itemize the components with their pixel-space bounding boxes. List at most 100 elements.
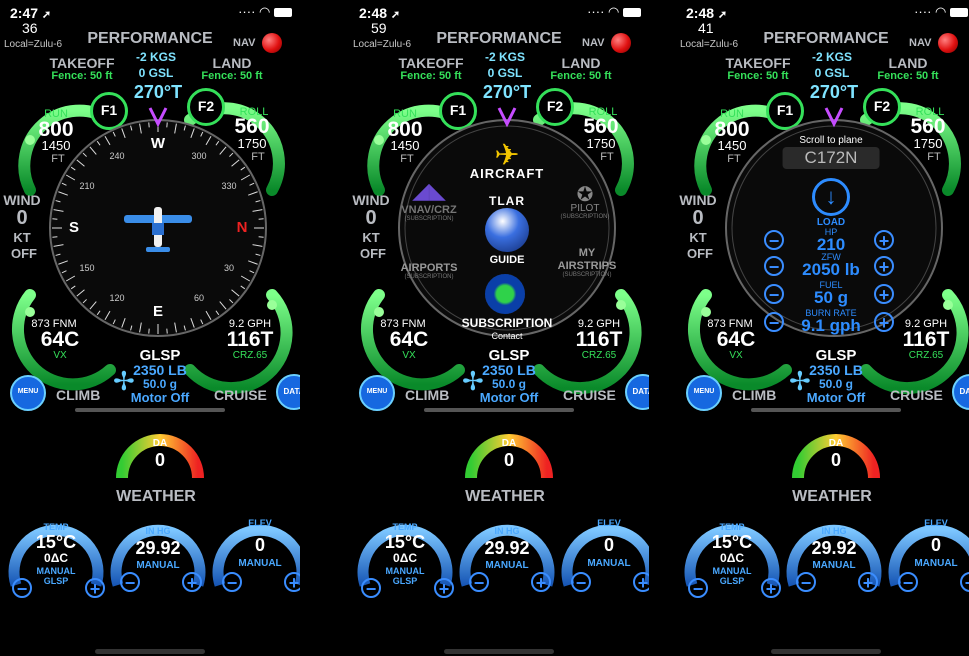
fuel-value[interactable]: 50 g (814, 288, 848, 308)
inhg-value[interactable]: 29.92 (484, 538, 529, 559)
hp-plus-icon[interactable]: + (874, 230, 894, 251)
temp-mode2: GLSP (719, 576, 745, 586)
motor-status: Motor Off (806, 390, 866, 405)
climb-sub: VX (729, 350, 743, 361)
vnav-menu-item[interactable]: VNAV/CRZ (401, 204, 456, 216)
compass-degree-label: 330 (221, 181, 237, 191)
inhg-minus-icon[interactable]: − (469, 572, 489, 593)
elev-value[interactable]: 0 (931, 535, 941, 556)
divider (75, 408, 225, 412)
temp-label: TEMP (719, 522, 745, 532)
hp-minus-icon[interactable]: − (764, 230, 784, 251)
temp-plus-icon[interactable]: + (761, 578, 781, 599)
inhg-plus-icon[interactable]: + (182, 572, 202, 593)
my-label: MY (578, 247, 596, 259)
home-indicator[interactable] (95, 649, 205, 654)
propeller-icon[interactable]: ✢ (113, 366, 135, 397)
burn-plus-icon[interactable]: + (874, 312, 894, 333)
temp-value[interactable]: 15°C (385, 532, 425, 553)
motor-status: Motor Off (130, 390, 190, 405)
zfw-minus-icon[interactable]: − (764, 256, 784, 277)
inhg-minus-icon[interactable]: − (796, 572, 816, 593)
elev-label: ELEV (597, 518, 621, 528)
guide-menu-item[interactable]: GUIDE (490, 254, 525, 266)
temp-value[interactable]: 15°C (36, 532, 76, 553)
temp-plus-icon[interactable]: + (434, 578, 454, 599)
cruise-value[interactable]: 116T (576, 328, 623, 352)
elev-plus-icon[interactable]: + (633, 572, 649, 593)
inhg-value[interactable]: 29.92 (811, 538, 856, 559)
cruise-value[interactable]: 116T (227, 328, 274, 352)
temp-value[interactable]: 15°C (712, 532, 752, 553)
guide-logo-icon[interactable] (485, 208, 529, 252)
fuel-plus-icon[interactable]: + (874, 284, 894, 305)
propeller-icon[interactable]: ✢ (789, 366, 811, 397)
temp-minus-icon[interactable]: − (361, 578, 381, 599)
airstrips-sub-label: (SUBSCRIPTION) (562, 272, 612, 278)
elev-minus-icon[interactable]: − (222, 572, 242, 593)
elev-minus-icon[interactable]: − (898, 572, 918, 593)
burn-minus-icon[interactable]: − (764, 312, 784, 333)
airplane-icon (124, 207, 192, 252)
menu-button[interactable]: MENU (359, 375, 395, 411)
temp-label: TEMP (392, 522, 418, 532)
compass-degree-label: 240 (109, 150, 125, 161)
airports-sub-label: (SUBSCRIPTION) (404, 274, 454, 280)
home-indicator[interactable] (444, 649, 554, 654)
compass-s-label: S (68, 219, 80, 236)
subscription-icon[interactable] (485, 274, 525, 314)
aircraft-menu-item[interactable]: AIRCRAFT (470, 166, 544, 181)
compass-degree-label: 60 (193, 293, 205, 303)
menu-button[interactable]: MENU (10, 375, 46, 411)
weather-title: WEATHER (465, 488, 545, 505)
climb-sub: VX (53, 350, 67, 361)
inhg-value[interactable]: 29.92 (135, 538, 180, 559)
compass-w-label: W (150, 135, 166, 152)
elev-value[interactable]: 0 (604, 535, 614, 556)
contact-link[interactable]: Contact (491, 331, 522, 341)
cruise-value[interactable]: 116T (903, 328, 950, 352)
climb-value[interactable]: 64C (41, 328, 80, 352)
cruise-label: CRUISE (563, 387, 616, 403)
inhg-plus-icon[interactable]: + (531, 572, 551, 593)
weight-readout: 2350 LB (809, 362, 863, 378)
climb-label: CLIMB (56, 387, 101, 403)
cruise-sub: CRZ.65 (232, 350, 268, 361)
climb-value[interactable]: 64C (390, 328, 429, 352)
fuel-minus-icon[interactable]: − (764, 284, 784, 305)
download-icon[interactable]: ↓ (812, 178, 850, 216)
plane-picker[interactable]: C172N (782, 147, 880, 169)
propeller-icon[interactable]: ✢ (462, 366, 484, 397)
vnav-sub-label: (SUBSCRIPTION) (404, 216, 454, 222)
inhg-plus-icon[interactable]: + (858, 572, 878, 593)
phone-screen-3: 2:48 ➚ 41 Local=Zulu-6 ···· ◠ PERFORMANC… (676, 0, 969, 656)
zfw-plus-icon[interactable]: + (874, 256, 894, 277)
burn-rate-value[interactable]: 9.1 gph (801, 316, 861, 336)
elev-plus-icon[interactable]: + (284, 572, 300, 593)
airstrips-menu-item[interactable]: AIRSTRIPS (558, 260, 617, 272)
airports-menu-item[interactable]: AIRPORTS (401, 262, 458, 274)
climb-label: CLIMB (732, 387, 777, 403)
divider (424, 408, 574, 412)
pilot-menu-item[interactable]: PILOT (571, 203, 600, 214)
home-indicator[interactable] (771, 649, 881, 654)
subscription-menu-item[interactable]: SUBSCRIPTION (462, 316, 553, 330)
zfw-value[interactable]: 2050 lb (802, 260, 860, 280)
temp-plus-icon[interactable]: + (85, 578, 105, 599)
cruise-label: CRUISE (214, 387, 267, 403)
menu-button[interactable]: MENU (686, 375, 722, 411)
temp-mode: MANUAL (385, 566, 425, 576)
elev-minus-icon[interactable]: − (571, 572, 591, 593)
elev-value[interactable]: 0 (255, 535, 265, 556)
phone-screen-1: 2:47 ➚ 36 Local=Zulu-6 ···· ◠ PERFORMANC… (0, 0, 300, 656)
inhg-mode: MANUAL (812, 560, 856, 571)
compass-e-label: E (152, 303, 164, 320)
temp-minus-icon[interactable]: − (12, 578, 32, 599)
inhg-minus-icon[interactable]: − (120, 572, 140, 593)
temp-minus-icon[interactable]: − (688, 578, 708, 599)
elev-label: ELEV (248, 518, 272, 528)
climb-value[interactable]: 64C (717, 328, 756, 352)
inhg-label: IN HG (494, 526, 520, 536)
da-value: 0 (503, 450, 515, 470)
climb-sub: VX (402, 350, 416, 361)
